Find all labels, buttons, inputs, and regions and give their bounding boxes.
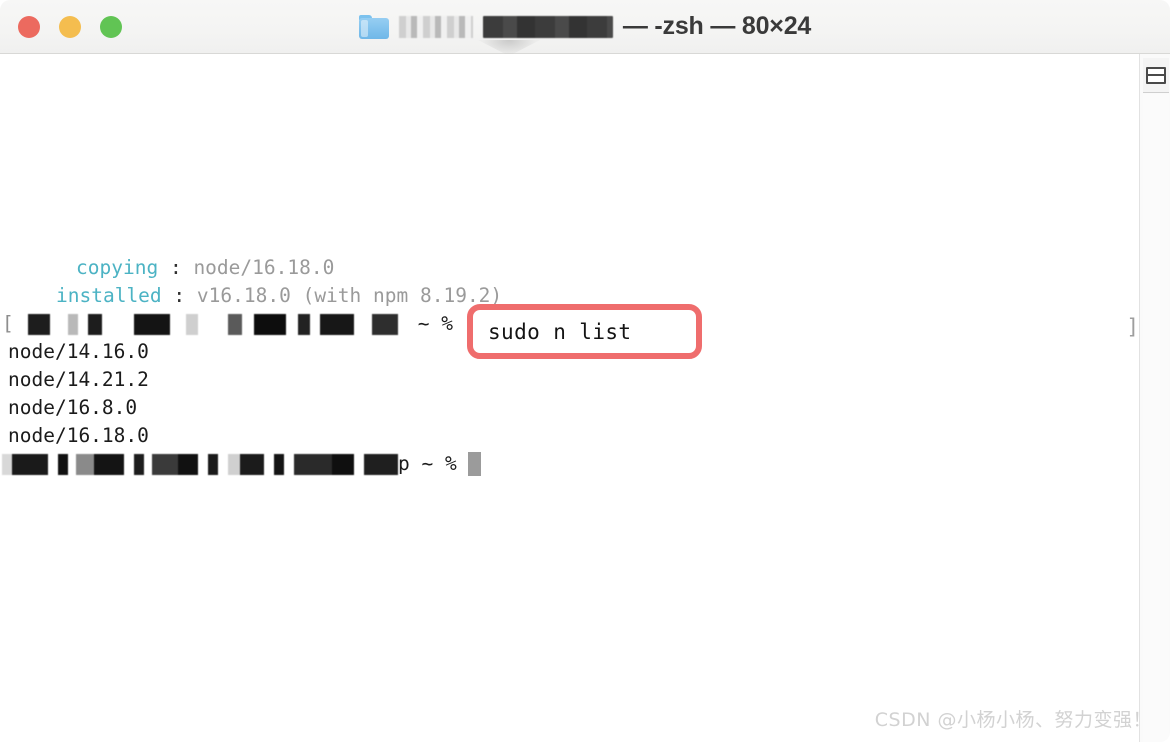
- window-titlebar[interactable]: — -zsh — 80×24: [0, 0, 1170, 56]
- vertical-scrollbar[interactable]: [1143, 94, 1169, 742]
- redacted-path-segment-2: [482, 15, 613, 38]
- log-key-copying: copying: [76, 256, 159, 279]
- split-pane-icon: [1146, 66, 1166, 84]
- log-value-copying: node/16.18.0: [193, 256, 335, 279]
- close-button[interactable]: [18, 15, 40, 38]
- folder-icon: [358, 14, 389, 39]
- maximize-button[interactable]: [100, 15, 122, 38]
- window-title-text: — -zsh — 80×24: [622, 12, 812, 40]
- node-version-item: node/14.21.2: [8, 368, 149, 391]
- terminal-line-node-2: node/14.21.2: [8, 366, 149, 394]
- log-colon-installed: :: [173, 284, 186, 307]
- terminal-output[interactable]: copying : node/16.18.0 installed : v16.1…: [0, 54, 1139, 742]
- prompt-tail-final: p ~ %: [398, 452, 457, 475]
- command-highlight-callout: sudo n list: [467, 304, 702, 359]
- highlighted-command-text: sudo n list: [488, 319, 632, 344]
- log-key-installed: installed: [56, 284, 162, 307]
- prompt-open-bracket: [: [2, 312, 14, 335]
- node-version-item: node/16.8.0: [8, 396, 138, 419]
- log-value-installed: v16.18.0 (with npm 8.19.2): [196, 284, 503, 307]
- redacted-path-segment-1: [398, 15, 473, 38]
- log-colon-copying: :: [169, 256, 182, 279]
- split-pane-button[interactable]: [1143, 58, 1169, 93]
- node-version-item: node/16.18.0: [8, 424, 149, 447]
- node-version-item: node/14.16.0: [8, 340, 149, 363]
- terminal-line-prompt-final: p ~ %: [2, 450, 482, 478]
- terminal-line-prompt-command: [ ~ %: [2, 310, 453, 338]
- terminal-line-node-1: node/14.16.0: [8, 338, 149, 366]
- minimize-button[interactable]: [59, 15, 81, 38]
- traffic-lights: [18, 15, 122, 38]
- terminal-line-node-4: node/16.18.0: [8, 422, 149, 450]
- terminal-window: — -zsh — 80×24 copying : node/16.18.0 in…: [0, 0, 1170, 742]
- terminal-cursor: [468, 452, 482, 476]
- csdn-watermark: CSDN @小杨小杨、努力变强！: [874, 709, 1152, 731]
- prompt-tail-command-line: ~ %: [417, 312, 453, 335]
- prompt-close-bracket: ]: [1126, 315, 1139, 339]
- terminal-line-copying: copying : node/16.18.0: [76, 254, 334, 282]
- terminal-content-area: copying : node/16.18.0 installed : v16.1…: [0, 54, 1170, 742]
- redacted-prompt-user-host: [2, 453, 398, 475]
- window-title: — -zsh — 80×24: [0, 12, 1170, 41]
- terminal-line-node-3: node/16.8.0: [8, 394, 137, 422]
- terminal-line-installed: installed : v16.18.0 (with npm 8.19.2): [56, 282, 502, 310]
- redacted-prompt-user-host: [13, 313, 418, 335]
- terminal-right-rail: [1139, 54, 1170, 742]
